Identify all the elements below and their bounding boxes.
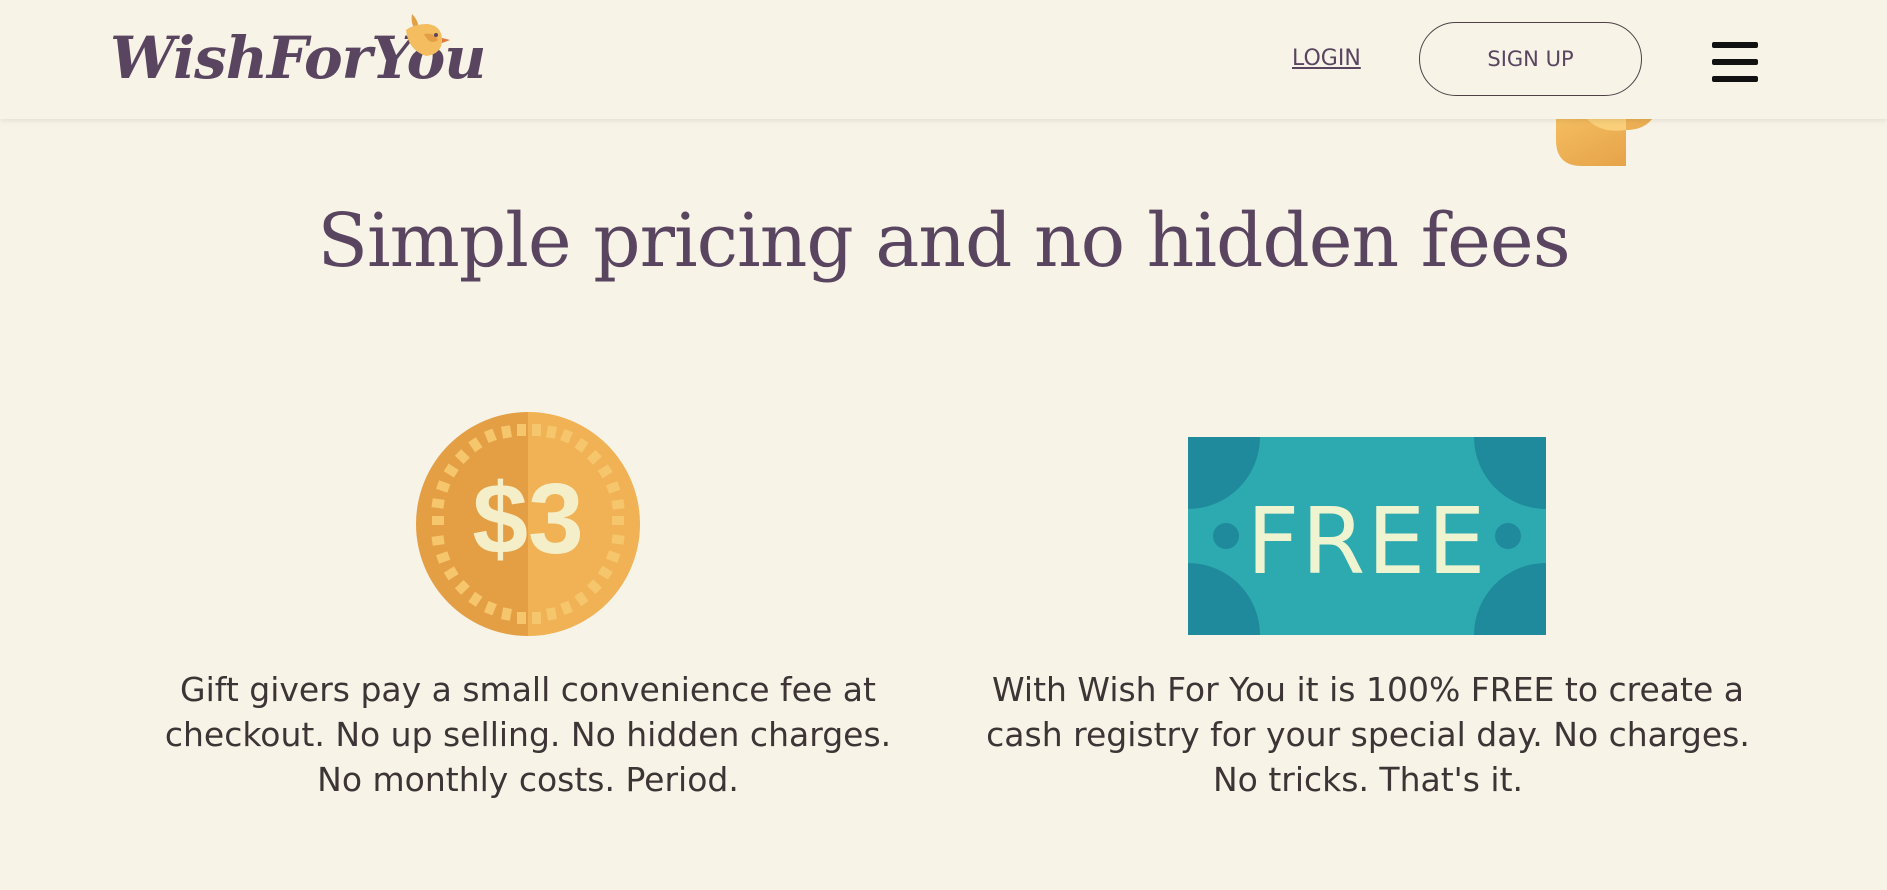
logo[interactable]: WishForYou bbox=[108, 10, 486, 105]
coin-price-text: $3 bbox=[472, 463, 583, 575]
free-badge-text: FREE bbox=[1246, 488, 1487, 595]
feature-description-free: With Wish For You it is 100% FREE to cre… bbox=[986, 670, 1750, 799]
hamburger-menu-icon[interactable] bbox=[1712, 42, 1758, 82]
coin-icon: $3 bbox=[416, 412, 640, 636]
menu-bar-middle bbox=[1712, 59, 1758, 65]
signup-button[interactable]: SIGN UP bbox=[1419, 22, 1642, 96]
menu-bar-top bbox=[1712, 42, 1758, 48]
feature-description-fee: Gift givers pay a small convenience fee … bbox=[164, 670, 892, 799]
site-header: WishForYou LOGIN SIGN UP bbox=[0, 0, 1887, 119]
menu-bar-bottom bbox=[1712, 76, 1758, 82]
signup-button-label: SIGN UP bbox=[1487, 47, 1574, 71]
bird-icon bbox=[406, 14, 450, 56]
login-link[interactable]: LOGIN bbox=[1292, 46, 1361, 71]
free-ticket-icon: FREE bbox=[1188, 437, 1546, 635]
page-title: Simple pricing and no hidden fees bbox=[317, 198, 1570, 284]
